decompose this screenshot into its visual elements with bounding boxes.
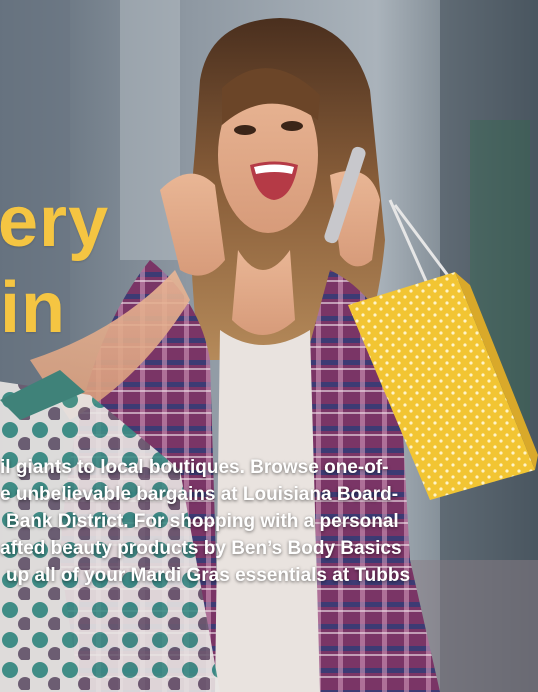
body-line-2: e unbelievable bargains at Louisiana Boa… [0,484,399,505]
body-line-1: il giants to local boutiques. Browse one… [0,457,389,478]
body-paragraph: il giants to local boutiques. Browse one… [0,454,538,589]
body-line-4: afted beauty products by Ben’s Body Basi… [0,538,402,559]
headline-line-2: in [0,268,66,348]
body-line-3: Bank District. For shopping with a perso… [6,511,399,532]
body-line-5: up all of your Mardi Gras essentials at … [6,565,411,586]
headline-line-1: ery [0,182,110,262]
